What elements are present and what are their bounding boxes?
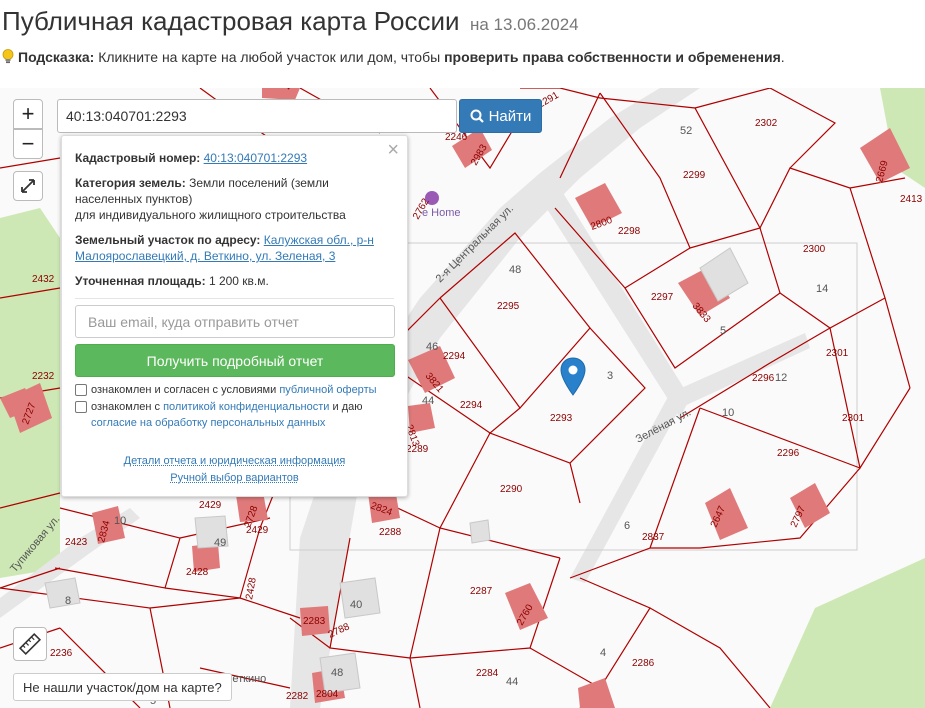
search-button[interactable]: Найти (459, 99, 542, 133)
title-main: Публичная кадастровая карта России (2, 6, 460, 36)
address-label: Земельный участок по адресу: (75, 233, 261, 247)
cadastral-number-link[interactable]: 40:13:040701:2293 (204, 151, 307, 165)
parcel-label: 2283 (303, 616, 326, 627)
parcel-label: 2297 (651, 292, 674, 303)
not-found-button[interactable]: Не нашли участок/дом на карте? (13, 673, 232, 701)
hint-bold-text: проверить права собственности и обремене… (444, 49, 781, 65)
ruler-icon (18, 632, 42, 656)
parcel-label: 2423 (65, 537, 88, 548)
cadastral-number-label: Кадастровый номер: (75, 151, 201, 165)
parcel-label: 44 (422, 395, 434, 407)
parcel-label: 10 (722, 407, 734, 419)
privacy-checkbox[interactable] (75, 401, 87, 413)
area-row: Уточненная площадь: 1 200 кв.м. (75, 273, 394, 289)
parcel-label: 2298 (618, 226, 641, 237)
parcel-label: 2429 (199, 500, 222, 511)
parcel-label: 2296 (752, 373, 775, 384)
parcel-label: 40 (350, 599, 362, 611)
personal-data-consent-link[interactable]: согласие на обработку персональных данны… (91, 417, 325, 429)
location-pin-icon[interactable] (560, 357, 586, 402)
parcel-label: 14 (816, 283, 828, 295)
parcel-label: 5 (720, 325, 726, 337)
hint-bar: Подсказка: Кликните на карте на любой уч… (2, 49, 785, 65)
parcel-label: 2290 (500, 484, 523, 495)
parcel-label: 2432 (32, 274, 55, 285)
email-field[interactable]: Ваш email, куда отправить отчет (75, 305, 395, 338)
parcel-label: 2413 (900, 194, 923, 205)
parcel-label: 2294 (443, 351, 466, 362)
search-icon (470, 109, 484, 123)
search-button-label: Найти (488, 107, 532, 125)
offer-checkbox[interactable] (75, 384, 87, 396)
parcel-label: 2299 (683, 170, 706, 181)
parcel-label: 3 (607, 370, 613, 382)
expand-icon (21, 179, 35, 193)
privacy-policy-link[interactable]: политикой конфиденциальности (163, 401, 329, 413)
cadastral-number-row: Кадастровый номер: 40:13:040701:2293 (75, 150, 394, 166)
parcel-label: 2837 (642, 532, 665, 543)
title-date: на 13.06.2024 (469, 15, 579, 34)
zoom-in-button[interactable]: + (13, 99, 43, 129)
parcel-label: 2300 (803, 244, 826, 255)
parcel-label: 2236 (50, 648, 73, 659)
privacy-consent-row: ознакомлен с политикой конфиденциальност… (75, 399, 394, 431)
cadastral-map[interactable]: e Home 2-я Центральная ул. Зелёная ул. Т… (0, 88, 925, 708)
parcel-label: 2302 (755, 118, 778, 129)
parcel-label: 2288 (379, 527, 402, 538)
hint-end: . (780, 49, 785, 65)
popup-footer-links: Детали отчета и юридическая информация Р… (75, 453, 394, 487)
parcel-label: 4 (600, 647, 606, 659)
manual-selection-link[interactable]: Ручной выбор вариантов (170, 472, 298, 484)
parcel-label: 2286 (632, 658, 655, 669)
parcel-label: 2289 (406, 444, 429, 455)
parcel-label: 46 (426, 341, 438, 353)
parcel-label: 2296 (777, 448, 800, 459)
parcel-label: 8 (65, 595, 71, 607)
parcel-label: 44 (506, 676, 518, 688)
fullscreen-button[interactable] (13, 171, 43, 201)
parcel-label: 2428 (186, 567, 209, 578)
parcel-label: 10 (114, 515, 126, 527)
offer-consent-text: ознакомлен и согласен с условиями публич… (91, 384, 377, 396)
parcel-label: 2287 (470, 586, 493, 597)
parcel-label: 2301 (826, 348, 849, 359)
zoom-out-button[interactable]: − (13, 129, 43, 159)
public-offer-link[interactable]: публичной оферты (279, 384, 376, 396)
parcel-label: 2232 (32, 371, 55, 382)
lightbulb-icon (2, 49, 14, 64)
parcel-label: 2284 (476, 668, 499, 679)
parcel-label: 2282 (286, 691, 309, 702)
area-label: Уточненная площадь: (75, 274, 206, 288)
privacy-consent-text: ознакомлен с политикой конфиденциальност… (91, 401, 363, 429)
hint-label: Подсказка: (18, 49, 95, 65)
land-category-row: Категория земель: Земли поселений (земли… (75, 175, 394, 223)
parcel-label: 2804 (316, 689, 339, 700)
parcel-info-popup: × Кадастровый номер: 40:13:040701:2293 К… (61, 135, 408, 497)
divider (75, 298, 394, 299)
report-details-link[interactable]: Детали отчета и юридическая информация (124, 455, 346, 467)
parcel-label: 2293 (550, 413, 573, 424)
offer-consent-row: ознакомлен и согласен с условиями публич… (75, 382, 394, 398)
page-title: Публичная кадастровая карта России на 13… (2, 6, 579, 37)
parcel-label: 52 (680, 125, 692, 137)
parcel-label: 2246 (445, 132, 468, 143)
area-value: 1 200 кв.м. (208, 274, 269, 288)
address-row: Земельный участок по адресу: Калужская о… (75, 232, 394, 264)
parcel-label: 48 (509, 264, 521, 276)
get-report-button[interactable]: Получить подробный отчет (75, 344, 395, 377)
parcel-label: 2294 (460, 400, 483, 411)
parcel-label: 2295 (497, 301, 520, 312)
parcel-label: 2301 (842, 413, 865, 424)
parcel-label: 48 (331, 667, 343, 679)
land-category-label: Категория земель: (75, 176, 186, 190)
parcel-label: 12 (775, 372, 787, 384)
close-icon[interactable]: × (387, 140, 399, 160)
parcel-label: 6 (624, 520, 630, 532)
hint-text: Кликните на карте на любой участок или д… (98, 49, 441, 65)
land-use-value: для индивидуального жилищного строительс… (75, 208, 346, 222)
measure-button[interactable] (13, 627, 47, 661)
parcel-label: 49 (214, 537, 226, 549)
parcel-label: 2429 (246, 525, 269, 536)
cadastral-search-input[interactable] (57, 99, 457, 133)
